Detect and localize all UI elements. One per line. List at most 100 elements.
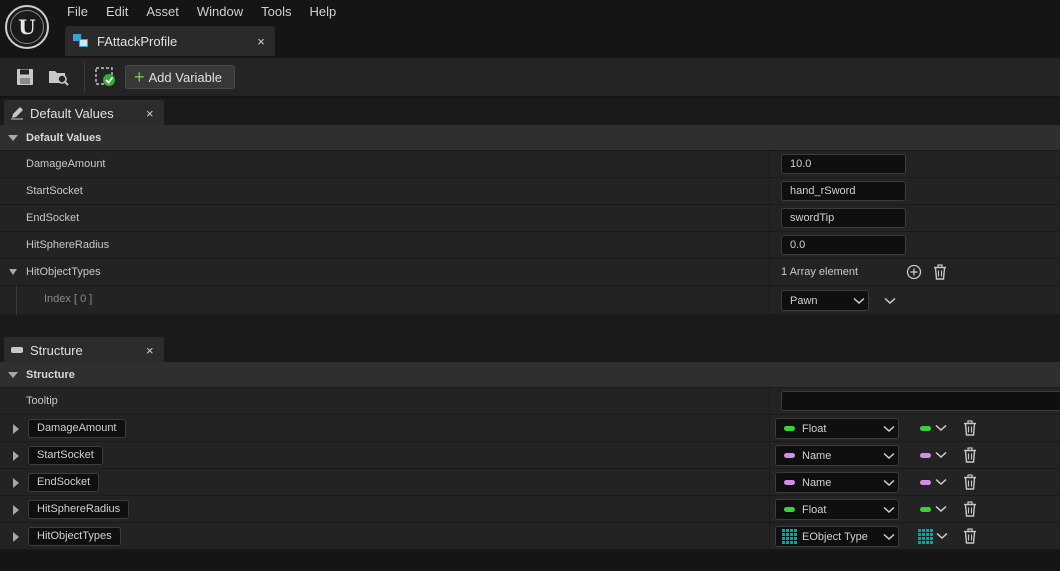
section-title: Structure (26, 368, 75, 381)
plus-circle-icon (906, 264, 922, 280)
add-variable-label: Add Variable (148, 69, 222, 85)
close-default-values-tab[interactable]: × (146, 106, 164, 121)
tooltip-row: Tooltip (0, 388, 1060, 415)
variable-type-dropdown[interactable]: EObject Type (775, 526, 899, 547)
property-name: HitObjectTypes (26, 266, 101, 278)
document-tab[interactable]: FAttackProfile × (65, 26, 275, 56)
title-bar: U File Edit Asset Window Tools Help FAtt… (0, 0, 1060, 58)
menu-asset[interactable]: Asset (137, 0, 188, 24)
property-name: EndSocket (26, 212, 80, 224)
damage-amount-field[interactable]: 10.0 (781, 154, 906, 174)
pencil-icon (11, 107, 23, 120)
trash-icon (964, 447, 976, 463)
name-pin-icon (784, 453, 795, 458)
variable-name-field[interactable]: HitObjectTypes (28, 527, 121, 546)
delete-variable-button[interactable] (961, 419, 979, 437)
hit-sphere-radius-field[interactable]: 0.0 (781, 235, 906, 255)
chevron-down-icon (884, 297, 896, 305)
tooltip-label: Tooltip (26, 395, 58, 407)
delete-variable-button[interactable] (961, 473, 979, 491)
trash-icon (964, 528, 976, 544)
browse-button[interactable] (42, 62, 76, 92)
container-type-dropdown[interactable] (918, 523, 948, 549)
tooltip-input[interactable] (781, 391, 1060, 411)
variable-name-field[interactable]: DamageAmount (28, 419, 126, 438)
chevron-down-icon (935, 505, 947, 513)
property-row-damage-amount: DamageAmount 10.0 (0, 151, 1060, 178)
add-element-button[interactable] (905, 263, 923, 281)
variable-row: HitSphereRadius Float (0, 496, 1060, 523)
expand-arrow-icon[interactable] (13, 424, 19, 434)
variable-row: EndSocket Name (0, 469, 1060, 496)
expand-arrow-icon[interactable] (13, 505, 19, 515)
unreal-logo-icon[interactable]: U (5, 5, 49, 49)
compile-status-button[interactable] (93, 62, 119, 92)
menu-window[interactable]: Window (188, 0, 252, 24)
menu-file[interactable]: File (58, 0, 97, 24)
tab-structure[interactable]: Structure × (4, 337, 164, 363)
property-row-end-socket: EndSocket swordTip (0, 205, 1060, 232)
close-structure-tab[interactable]: × (146, 343, 164, 358)
float-pin-icon (784, 426, 795, 431)
default-values-tab-label: Default Values (30, 105, 114, 121)
dropdown-value: Pawn (790, 294, 818, 307)
array-index-label: Index [ 0 ] (44, 293, 93, 305)
menu-tools[interactable]: Tools (252, 0, 300, 24)
expand-arrow-icon[interactable] (13, 478, 19, 488)
chevron-down-icon (880, 506, 898, 514)
menu-bar: File Edit Asset Window Tools Help (58, 0, 345, 24)
container-type-dropdown[interactable] (920, 442, 947, 468)
close-tab-button[interactable]: × (251, 34, 271, 49)
object-type-dropdown[interactable]: Pawn (781, 290, 869, 311)
container-type-dropdown[interactable] (920, 496, 947, 522)
toolbar: + Add Variable (0, 58, 1060, 96)
trash-icon (964, 420, 976, 436)
enum-grid-icon (918, 528, 933, 544)
end-socket-field[interactable]: swordTip (781, 208, 906, 228)
single-pin-icon (920, 425, 931, 431)
menu-help[interactable]: Help (300, 0, 345, 24)
structure-tab-label: Structure (30, 342, 83, 358)
variable-row: DamageAmount Float (0, 415, 1060, 442)
variable-type-dropdown[interactable]: Float (775, 418, 899, 439)
start-socket-field[interactable]: hand_rSword (781, 181, 906, 201)
tab-default-values[interactable]: Default Values × (4, 100, 164, 126)
toolbar-divider (84, 62, 85, 92)
expand-arrow-icon[interactable] (9, 269, 17, 275)
type-label: Float (802, 503, 827, 516)
property-name: DamageAmount (26, 158, 106, 170)
delete-variable-button[interactable] (961, 527, 979, 545)
variable-type-dropdown[interactable]: Name (775, 472, 899, 493)
element-options-button[interactable] (881, 292, 899, 310)
chevron-down-icon (880, 479, 898, 487)
variable-type-dropdown[interactable]: Float (775, 499, 899, 520)
add-variable-button[interactable]: + Add Variable (125, 65, 235, 89)
variable-type-dropdown[interactable]: Name (775, 445, 899, 466)
variable-name-field[interactable]: HitSphereRadius (28, 500, 130, 519)
variable-name-field[interactable]: EndSocket (28, 473, 100, 492)
variable-name-field[interactable]: StartSocket (28, 446, 103, 465)
name-pin-icon (784, 480, 795, 485)
property-name: StartSocket (26, 185, 83, 197)
expand-arrow-icon[interactable] (13, 532, 19, 542)
property-name: HitSphereRadius (26, 239, 110, 251)
structure-icon (11, 347, 23, 353)
default-values-section-header[interactable]: Default Values (0, 125, 1060, 151)
struct-asset-icon (73, 34, 91, 48)
browse-folder-icon (49, 71, 69, 86)
save-icon (17, 69, 33, 85)
delete-variable-button[interactable] (961, 500, 979, 518)
container-type-dropdown[interactable] (920, 469, 947, 495)
menu-edit[interactable]: Edit (97, 0, 137, 24)
expand-arrow-icon[interactable] (13, 451, 19, 461)
delete-variable-button[interactable] (961, 446, 979, 464)
type-label: Name (802, 449, 832, 462)
container-type-dropdown[interactable] (920, 415, 947, 441)
plus-icon: + (134, 67, 145, 87)
type-label: Float (802, 422, 827, 435)
structure-section-header[interactable]: Structure (0, 362, 1060, 388)
collapse-arrow-icon (8, 134, 18, 141)
single-pin-icon (920, 479, 931, 485)
clear-array-button[interactable] (931, 263, 949, 281)
save-button[interactable] (8, 62, 42, 92)
